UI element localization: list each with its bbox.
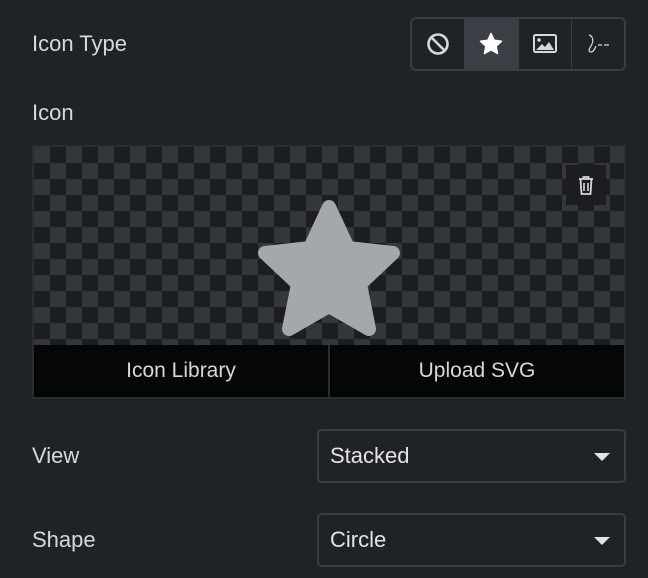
signature-icon <box>588 34 609 53</box>
icon-label: Icon <box>32 100 74 125</box>
star-icon <box>480 32 503 55</box>
caret-down-icon <box>594 453 610 461</box>
star-icon <box>258 200 400 336</box>
icon-type-svg[interactable] <box>572 19 624 69</box>
delete-icon-button[interactable] <box>566 165 606 205</box>
icon-type-image[interactable] <box>519 19 572 69</box>
icon-library-button[interactable]: Icon Library <box>34 345 330 397</box>
upload-svg-button[interactable]: Upload SVG <box>330 345 624 397</box>
icon-preview: Icon Library Upload SVG <box>32 145 626 399</box>
ban-icon <box>427 33 449 55</box>
shape-label: Shape <box>32 527 96 552</box>
image-icon <box>532 34 557 53</box>
view-label: View <box>32 443 80 468</box>
icon-type-label: Icon Type <box>32 31 127 56</box>
icon-type-icon[interactable] <box>465 19 519 69</box>
view-value: Stacked <box>330 443 410 468</box>
caret-down-icon <box>594 537 610 545</box>
shape-value: Circle <box>330 527 387 552</box>
trash-icon <box>579 176 593 195</box>
icon-type-choices <box>410 17 626 71</box>
shape-select[interactable]: Circle <box>317 513 626 567</box>
icon-type-none[interactable] <box>412 19 466 69</box>
view-select[interactable]: Stacked <box>317 429 626 483</box>
